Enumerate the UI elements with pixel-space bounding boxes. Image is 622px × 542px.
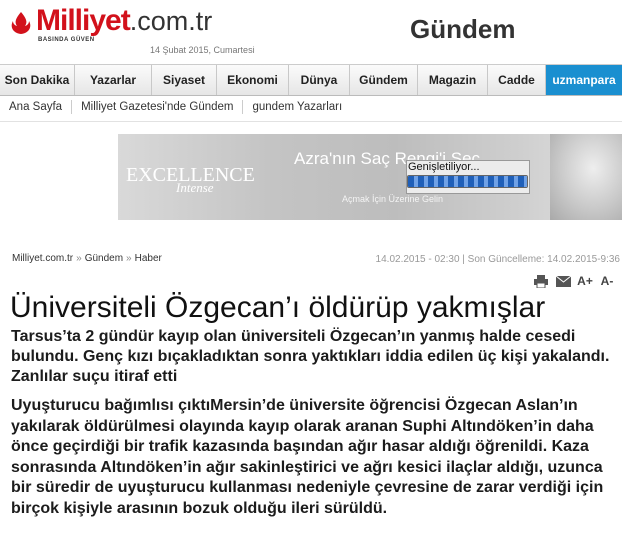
logo-brand: Milliyet <box>36 4 131 37</box>
site-logo[interactable]: Milliyet.com.tr <box>36 5 212 37</box>
article-body: Uyuşturucu bağımlısı çıktıMersin’de üniv… <box>11 397 604 517</box>
nav-item-siyaset[interactable]: Siyaset <box>152 65 217 95</box>
font-decrease-button[interactable]: A- <box>599 273 615 289</box>
mail-icon[interactable] <box>555 273 571 289</box>
font-increase-button[interactable]: A+ <box>577 273 593 289</box>
nav-item-yazarlar[interactable]: Yazarlar <box>75 65 152 95</box>
nav-item-gundem[interactable]: Gündem <box>350 65 418 95</box>
sub-nav: Ana Sayfa Milliyet Gazetesi'nde Gündem g… <box>0 95 622 122</box>
nav-item-cadde[interactable]: Cadde <box>488 65 546 95</box>
progress-fill <box>408 176 527 187</box>
banner-hint: Açmak İçin Üzerine Gelin <box>342 194 444 204</box>
header-date: 14 Şubat 2015, Cumartesi <box>150 45 255 55</box>
subnav-item-ana-sayfa[interactable]: Ana Sayfa <box>0 100 73 114</box>
breadcrumb-site[interactable]: Milliyet.com.tr <box>12 253 73 264</box>
nav-item-dunya[interactable]: Dünya <box>289 65 350 95</box>
banner-model-photo <box>550 134 622 220</box>
nav-item-uzmanpara[interactable]: uzmanpara <box>546 65 622 95</box>
loading-label: Genişletiliyor... <box>408 161 480 173</box>
main-nav: Son Dakika Yazarlar Siyaset Ekonomi Düny… <box>0 64 622 96</box>
breadcrumb: Milliyet.com.tr» Gündem» Haber <box>12 253 162 264</box>
banner-brand-sub: Intense <box>176 180 214 195</box>
nav-item-ekonomi[interactable]: Ekonomi <box>217 65 289 95</box>
breadcrumb-separator-icon: » <box>126 253 132 264</box>
article-headline: Üniversiteli Özgecan’ı öldürüp yakmışlar <box>10 291 546 324</box>
print-icon[interactable] <box>533 273 549 289</box>
breadcrumb-section[interactable]: Gündem <box>85 253 123 264</box>
milliyet-flame-icon[interactable] <box>8 10 34 36</box>
ad-banner[interactable]: EXCELLENCE Intense Azra'nın Saç Rengi'i … <box>118 134 622 220</box>
article-summary: Tarsus’ta 2 gündür kayıp olan üniversite… <box>11 328 610 385</box>
article-timestamps: 14.02.2015 - 02:30 | Son Güncelleme: 14.… <box>375 254 620 265</box>
breadcrumb-separator-icon: » <box>76 253 82 264</box>
nav-item-magazin[interactable]: Magazin <box>418 65 488 95</box>
page-header: Milliyet.com.tr BASINDA GÜVEN 14 Şubat 2… <box>0 0 622 64</box>
breadcrumb-page: Haber <box>134 253 162 264</box>
logo-slogan: BASINDA GÜVEN <box>38 37 95 43</box>
subnav-item-gazete-gundem[interactable]: Milliyet Gazetesi'nde Gündem <box>72 100 244 114</box>
subnav-item-gundem-yazarlari[interactable]: gundem Yazarları <box>243 100 351 114</box>
nav-item-son-dakika[interactable]: Son Dakika <box>0 65 75 95</box>
loading-progress-bar <box>407 175 528 188</box>
section-title: Gündem <box>410 14 516 44</box>
logo-domain: .com.tr <box>129 6 213 36</box>
article-tools: A+ A- <box>533 273 615 289</box>
